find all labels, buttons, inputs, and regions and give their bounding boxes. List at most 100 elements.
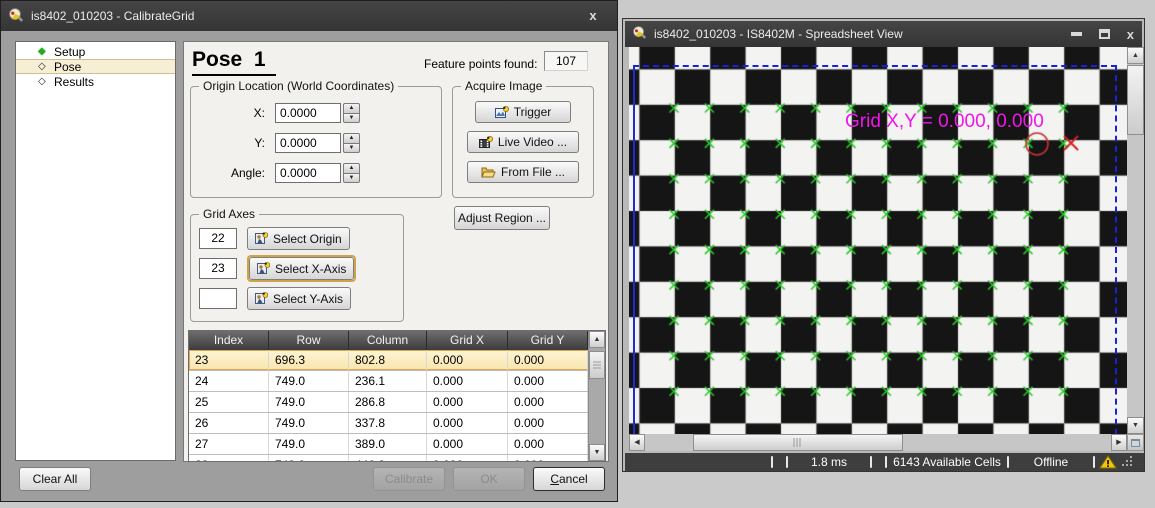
pose-panel: Pose 1 Feature points found: 107 Origin … (183, 41, 609, 462)
calibrate-button[interactable]: Calibrate (373, 467, 445, 491)
table-cell: 236.1 (349, 371, 427, 391)
button-label: From File ... (501, 165, 565, 179)
button-label: Select Y-Axis (273, 292, 343, 306)
select-point-icon (255, 292, 268, 305)
table-row[interactable]: 25749.0286.80.0000.000 (189, 392, 605, 413)
connection-status: Offline (1009, 453, 1093, 471)
diamond-outline-icon: ◇ (38, 74, 54, 89)
column-header[interactable]: Grid X (427, 331, 508, 350)
table-row[interactable]: 28749.0440.30.0000.000 (189, 455, 605, 462)
x-label: X: (191, 106, 275, 120)
scroll-down-icon[interactable]: ▼ (589, 444, 605, 461)
adjust-region-button[interactable]: Adjust Region ... (454, 206, 550, 230)
sidebar-item-label: Results (54, 75, 94, 89)
scrollbar-thumb[interactable] (693, 434, 903, 451)
grid-coordinates-overlay: Grid X,Y = 0.000, 0.000 (845, 111, 1044, 133)
maximize-icon[interactable] (1099, 29, 1110, 39)
grid-axes-group: Grid Axes 22 Select Origin 23 Select X-A… (190, 214, 404, 322)
warning-indicator[interactable] (1095, 455, 1121, 469)
clear-all-button[interactable]: Clear All (19, 467, 91, 491)
camera-trigger-icon (495, 106, 509, 119)
sidebar-item-label: Pose (54, 60, 81, 74)
table-cell: 0.000 (508, 371, 588, 391)
scroll-up-icon[interactable]: ▲ (589, 331, 605, 348)
table-cell: 749.0 (269, 392, 349, 412)
status-bar: 1.8 ms 6143 Available Cells Offline (625, 453, 1144, 471)
sidebar-item-results[interactable]: ◇ Results (16, 74, 175, 89)
trigger-button[interactable]: Trigger (475, 101, 571, 123)
origin-angle-field[interactable] (275, 163, 341, 183)
checkerboard-image[interactable] (629, 47, 1127, 434)
vertical-scrollbar[interactable]: ▲ ▼ (1127, 47, 1144, 434)
open-folder-icon (481, 166, 496, 178)
scrollbar-thumb[interactable] (1127, 65, 1144, 135)
available-cells: 6143 Available Cells (887, 453, 1007, 471)
select-x-axis-button[interactable]: Select X-Axis (249, 257, 354, 280)
ok-button[interactable]: OK (453, 467, 525, 491)
group-title: Acquire Image (461, 79, 546, 93)
minimize-icon[interactable] (1071, 32, 1082, 36)
column-header[interactable]: Row (269, 331, 349, 350)
table-row[interactable]: 26749.0337.80.0000.000 (189, 413, 605, 434)
table-cell: 337.8 (349, 413, 427, 433)
warning-triangle-icon (1099, 455, 1117, 469)
window-title: is8402_010203 - IS8402M - Spreadsheet Vi… (654, 27, 903, 41)
sidebar-item-setup[interactable]: ◆ Setup (16, 44, 175, 59)
resize-grip[interactable] (1121, 455, 1134, 469)
table-cell: 749.0 (269, 371, 349, 391)
table-cell: 0.000 (427, 455, 508, 462)
scroll-corner-button[interactable] (1127, 434, 1144, 451)
from-file-button[interactable]: From File ... (467, 161, 579, 183)
spin-down-icon: ▼ (343, 143, 360, 154)
split-view-icon (1131, 439, 1140, 447)
x-axis-index-box[interactable]: 23 (199, 258, 237, 279)
button-label: Select Origin (273, 232, 342, 246)
table-row[interactable]: 24749.0236.10.0000.000 (189, 371, 605, 392)
page-title: Pose 1 (192, 48, 276, 76)
table-cell: 25 (189, 392, 269, 412)
close-icon[interactable]: x (1127, 28, 1134, 41)
feature-points-table: Index Row Column Grid X Grid Y 23696.380… (188, 330, 606, 462)
camera-image-view[interactable]: Grid X,Y = 0.000, 0.000 (629, 47, 1127, 434)
sidebar-item-pose[interactable]: ◇ Pose (16, 59, 175, 74)
column-header[interactable]: Column (349, 331, 427, 350)
table-cell: 0.000 (508, 350, 588, 370)
column-header[interactable]: Index (189, 331, 269, 350)
origin-location-group: Origin Location (World Coordinates) X: ▲… (190, 86, 442, 198)
origin-angle-stepper[interactable]: ▲▼ (343, 163, 360, 183)
table-cell: 27 (189, 434, 269, 454)
table-cell: 0.000 (427, 413, 508, 433)
origin-y-stepper[interactable]: ▲▼ (343, 133, 360, 153)
window-title: is8402_010203 - CalibrateGrid (31, 9, 194, 23)
live-video-button[interactable]: Live Video ... (467, 131, 579, 153)
origin-index-box[interactable]: 22 (199, 228, 237, 249)
select-point-icon (255, 232, 268, 245)
table-scrollbar[interactable]: ▲ ▼ (588, 331, 605, 461)
table-cell: 440.3 (349, 455, 427, 462)
close-icon[interactable]: x (581, 5, 605, 27)
select-y-axis-button[interactable]: Select Y-Axis (247, 287, 351, 310)
horizontal-scrollbar[interactable]: ◀ ▶ (629, 434, 1127, 451)
table-cell: 0.000 (508, 434, 588, 454)
table-row[interactable]: 23696.3802.80.0000.000 (189, 350, 605, 371)
select-origin-button[interactable]: Select Origin (247, 227, 350, 250)
table-row[interactable]: 27749.0389.00.0000.000 (189, 434, 605, 455)
calibrate-grid-titlebar[interactable]: is8402_010203 - CalibrateGrid x (1, 1, 617, 31)
scrollbar-thumb[interactable] (589, 351, 605, 379)
scroll-right-icon[interactable]: ▶ (1111, 434, 1127, 451)
film-strip-icon (479, 136, 493, 149)
button-label: Trigger (514, 105, 552, 119)
scroll-left-icon[interactable]: ◀ (629, 434, 645, 451)
y-axis-index-box[interactable] (199, 288, 237, 309)
button-label: Adjust Region ... (458, 211, 546, 225)
origin-x-field[interactable] (275, 103, 341, 123)
spreadsheet-view-titlebar[interactable]: is8402_010203 - IS8402M - Spreadsheet Vi… (625, 21, 1142, 47)
origin-y-field[interactable] (275, 133, 341, 153)
cancel-button[interactable]: Cancel (533, 467, 605, 491)
column-header[interactable]: Grid Y (508, 331, 588, 350)
origin-x-stepper[interactable]: ▲▼ (343, 103, 360, 123)
table-cell: 26 (189, 413, 269, 433)
scroll-down-icon[interactable]: ▼ (1127, 417, 1144, 434)
acquisition-time: 1.8 ms (788, 453, 870, 471)
scroll-up-icon[interactable]: ▲ (1127, 47, 1144, 64)
